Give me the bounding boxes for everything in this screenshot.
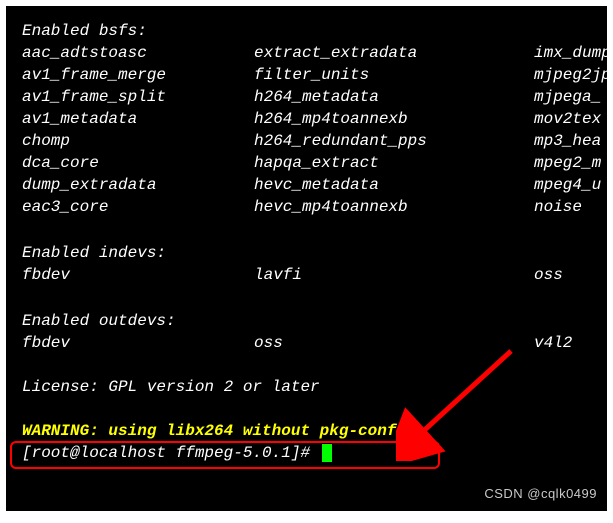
bsfs-cell: filter_units: [254, 64, 534, 86]
bsfs-cell: dca_core: [22, 152, 254, 174]
bsfs-cell: eac3_core: [22, 196, 254, 218]
bsfs-cell: dump_extradata: [22, 174, 254, 196]
bsfs-cell: noise: [534, 196, 582, 218]
bsfs-cell: mpeg4_u: [534, 174, 601, 196]
terminal-output: Enabled bsfs: aac_adtstoasc extract_extr…: [6, 6, 607, 511]
indevs-cell: fbdev: [22, 264, 254, 286]
bsfs-cell: hapqa_extract: [254, 152, 534, 174]
bsfs-cell: extract_extradata: [254, 42, 534, 64]
indevs-row: fbdev lavfi oss: [22, 264, 607, 286]
warning-line: WARNING: using libx264 without pkg-confi…: [22, 420, 607, 442]
blank-line: [22, 218, 607, 240]
outdevs-row: fbdev oss v4l2: [22, 332, 607, 354]
watermark: CSDN @cqlk0499: [484, 483, 597, 505]
bsfs-cell: av1_metadata: [22, 108, 254, 130]
bsfs-cell: imx_dump: [534, 42, 607, 64]
bsfs-cell: h264_mp4toannexb: [254, 108, 534, 130]
outdevs-header: Enabled outdevs:: [22, 310, 607, 332]
bsfs-cell: av1_frame_split: [22, 86, 254, 108]
bsfs-row: av1_frame_merge filter_units mjpeg2jp: [22, 64, 607, 86]
bsfs-row: aac_adtstoasc extract_extradata imx_dump: [22, 42, 607, 64]
bsfs-cell: mov2tex: [534, 108, 601, 130]
bsfs-row: dump_extradata hevc_metadata mpeg4_u: [22, 174, 607, 196]
shell-prompt[interactable]: [root@localhost ffmpeg-5.0.1]#: [22, 442, 607, 464]
bsfs-cell: h264_metadata: [254, 86, 534, 108]
bsfs-cell: mp3_hea: [534, 130, 601, 152]
bsfs-cell: hevc_metadata: [254, 174, 534, 196]
bsfs-cell: mpeg2_m: [534, 152, 601, 174]
bsfs-row: dca_core hapqa_extract mpeg2_m: [22, 152, 607, 174]
outdevs-cell: fbdev: [22, 332, 254, 354]
bsfs-row: chomp h264_redundant_pps mp3_hea: [22, 130, 607, 152]
blank-line: [22, 354, 607, 376]
bsfs-row: av1_frame_split h264_metadata mjpega_: [22, 86, 607, 108]
license-line: License: GPL version 2 or later: [22, 376, 607, 398]
outdevs-cell: v4l2: [534, 332, 572, 354]
cursor-icon: [322, 444, 332, 462]
prompt-text: [root@localhost ffmpeg-5.0.1]#: [22, 444, 320, 462]
outdevs-cell: oss: [254, 332, 534, 354]
bsfs-cell: hevc_mp4toannexb: [254, 196, 534, 218]
bsfs-cell: av1_frame_merge: [22, 64, 254, 86]
bsfs-row: av1_metadata h264_mp4toannexb mov2tex: [22, 108, 607, 130]
bsfs-cell: mjpeg2jp: [534, 64, 607, 86]
bsfs-cell: mjpega_: [534, 86, 601, 108]
indevs-cell: oss: [534, 264, 563, 286]
bsfs-cell: h264_redundant_pps: [254, 130, 534, 152]
bsfs-cell: aac_adtstoasc: [22, 42, 254, 64]
bsfs-header: Enabled bsfs:: [22, 20, 607, 42]
bsfs-row: eac3_core hevc_mp4toannexb noise: [22, 196, 607, 218]
bsfs-cell: chomp: [22, 130, 254, 152]
indevs-header: Enabled indevs:: [22, 242, 607, 264]
blank-line: [22, 398, 607, 420]
blank-line: [22, 286, 607, 308]
indevs-cell: lavfi: [254, 264, 534, 286]
